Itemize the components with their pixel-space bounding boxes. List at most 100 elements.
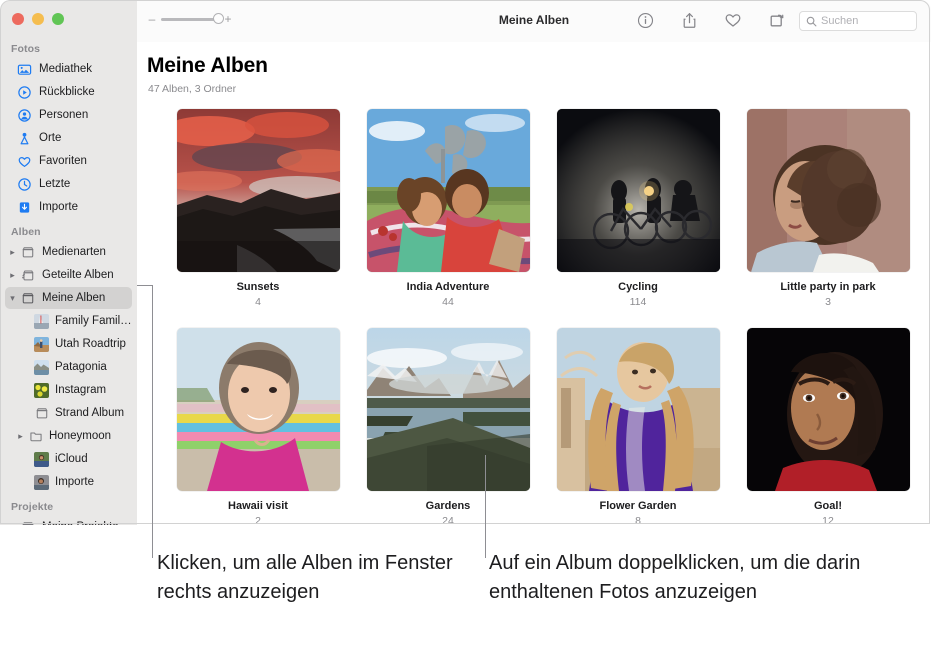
album-box-icon (19, 519, 36, 525)
sidebar-item-instagram[interactable]: Instagram (5, 379, 132, 401)
sidebar-item-label: Medienarten (42, 246, 106, 258)
sidebar: Fotos Mediathek Rückblicke Personen Orte… (0, 0, 137, 525)
chevron-down-icon[interactable]: ▾ (7, 293, 18, 303)
album-count: 8 (635, 515, 641, 525)
sidebar-section-projekte: Projekte (11, 501, 54, 513)
album-thumbnail-icon (33, 474, 50, 491)
album-cell[interactable]: Goal! 12 (733, 328, 923, 525)
sidebar-item-label: Mediathek (39, 63, 93, 75)
sidebar-item-label: Importe (55, 476, 94, 488)
album-name: Little party in park (780, 281, 876, 293)
chevron-right-icon[interactable]: ▸ (7, 270, 18, 280)
sidebar-section-alben: Alben (11, 226, 41, 238)
zoom-button[interactable] (52, 13, 64, 25)
sidebar-item-family-family[interactable]: Family Family… (5, 310, 132, 332)
album-thumbnail-icon (33, 382, 50, 399)
album-cell[interactable]: Gardens 24 (353, 328, 543, 525)
album-thumbnail-sunsets[interactable] (176, 109, 340, 272)
memories-icon (16, 84, 33, 101)
leader-line-2-vertical (485, 455, 486, 558)
album-count: 2 (255, 515, 261, 525)
folder-icon (27, 428, 44, 445)
sidebar-item-rueckblicke[interactable]: Rückblicke (5, 81, 132, 103)
album-cell[interactable]: India Adventure 44 (353, 109, 543, 308)
album-cell[interactable]: Little party in park 3 (733, 109, 923, 308)
album-name: Hawaii visit (228, 500, 288, 512)
leader-line-1-horizontal (137, 285, 153, 286)
search-field[interactable]: Suchen (799, 11, 917, 31)
album-thumbnail-india-adventure[interactable] (366, 109, 530, 272)
minimize-button[interactable] (32, 13, 44, 25)
sidebar-item-label: Orte (39, 132, 62, 144)
heart-icon (16, 153, 33, 170)
album-box-icon (19, 244, 36, 261)
sidebar-item-icloud[interactable]: iCloud (5, 448, 132, 470)
sidebar-item-mediathek[interactable]: Mediathek (5, 58, 132, 80)
close-button[interactable] (12, 13, 24, 25)
album-count: 12 (822, 515, 834, 525)
album-name: Sunsets (236, 281, 280, 293)
chevron-right-icon[interactable]: ▸ (7, 247, 18, 257)
sidebar-item-meine-projekte[interactable]: ▸ Meine Projekte (5, 516, 132, 525)
album-cell[interactable]: Hawaii visit 2 (163, 328, 353, 525)
album-cell[interactable]: Cycling 114 (543, 109, 733, 308)
album-thumbnail-icon (33, 336, 50, 353)
info-icon[interactable] (635, 10, 655, 30)
share-icon[interactable] (679, 10, 699, 30)
sidebar-item-label: Meine Projekte (42, 521, 119, 525)
album-cell[interactable]: Flower Garden 8 (543, 328, 733, 525)
page-subtitle: 47 Alben, 3 Ordner (148, 83, 237, 95)
callout-sidebar: Klicken, um alle Alben im Fenster rechts… (157, 552, 453, 603)
albums-content: Meine Alben 47 Alben, 3 Ordner Sunsets 4… (137, 42, 931, 525)
favorite-heart-icon[interactable] (723, 10, 743, 30)
sidebar-item-label: Personen (39, 109, 89, 121)
album-thumbnail-gardens[interactable] (366, 328, 530, 491)
album-name: Cycling (618, 281, 658, 293)
album-thumbnail-goal[interactable] (746, 328, 910, 491)
album-box-icon (33, 405, 50, 422)
sidebar-scroll[interactable]: Fotos Mediathek Rückblicke Personen Orte… (0, 36, 137, 525)
sidebar-item-letzte[interactable]: Letzte (5, 173, 132, 195)
photos-window: Fotos Mediathek Rückblicke Personen Orte… (0, 0, 931, 525)
sidebar-item-meine-alben[interactable]: ▾ Meine Alben (5, 287, 132, 309)
import-icon (16, 199, 33, 216)
sidebar-item-patagonia[interactable]: Patagonia (5, 356, 132, 378)
sidebar-item-importe[interactable]: Importe (5, 196, 132, 218)
rotate-icon[interactable] (767, 10, 787, 30)
sidebar-item-favoriten[interactable]: Favoriten (5, 150, 132, 172)
album-thumbnail-flower-garden[interactable] (556, 328, 720, 491)
sidebar-item-strand-album[interactable]: Strand Album (5, 402, 132, 424)
callout-album: Auf ein Album doppelklicken, um die dari… (489, 552, 861, 603)
album-thumbnail-icon (33, 313, 50, 330)
sidebar-item-label: Instagram (55, 384, 107, 396)
chevron-right-icon[interactable]: ▸ (15, 431, 26, 441)
sidebar-item-medienarten[interactable]: ▸ Medienarten (5, 241, 132, 263)
albums-grid: Sunsets 4 India Adventure 44 Cycling 114… (163, 109, 931, 525)
album-cell[interactable]: Sunsets 4 (163, 109, 353, 308)
album-thumbnail-hawaii-visit[interactable] (176, 328, 340, 491)
album-thumbnail-icon (33, 359, 50, 376)
photos-library-icon (16, 61, 33, 78)
album-box-icon (19, 290, 36, 307)
sidebar-item-label: Importe (39, 201, 78, 213)
sidebar-item-personen[interactable]: Personen (5, 104, 132, 126)
places-pin-icon (16, 130, 33, 147)
chevron-right-icon[interactable]: ▸ (7, 522, 18, 525)
sidebar-item-orte[interactable]: Orte (5, 127, 132, 149)
search-placeholder: Suchen (821, 15, 859, 27)
sidebar-section-fotos: Fotos (11, 43, 41, 55)
album-thumbnail-little-party-in-park[interactable] (746, 109, 910, 272)
album-count: 3 (825, 296, 831, 308)
sidebar-item-importe-album[interactable]: Importe (5, 471, 132, 493)
album-thumbnail-cycling[interactable] (556, 109, 720, 272)
album-name: Gardens (425, 500, 471, 512)
sidebar-item-label: Utah Roadtrip (55, 338, 126, 350)
sidebar-item-label: Patagonia (55, 361, 107, 373)
sidebar-item-geteilte-alben[interactable]: ▸ Geteilte Alben (5, 264, 132, 286)
sidebar-item-label: Rückblicke (39, 86, 95, 98)
search-icon (806, 16, 817, 27)
sidebar-item-honeymoon[interactable]: ▸ Honeymoon (5, 425, 132, 447)
sidebar-item-label: iCloud (55, 453, 88, 465)
people-icon (16, 107, 33, 124)
sidebar-item-utah-roadtrip[interactable]: Utah Roadtrip (5, 333, 132, 355)
